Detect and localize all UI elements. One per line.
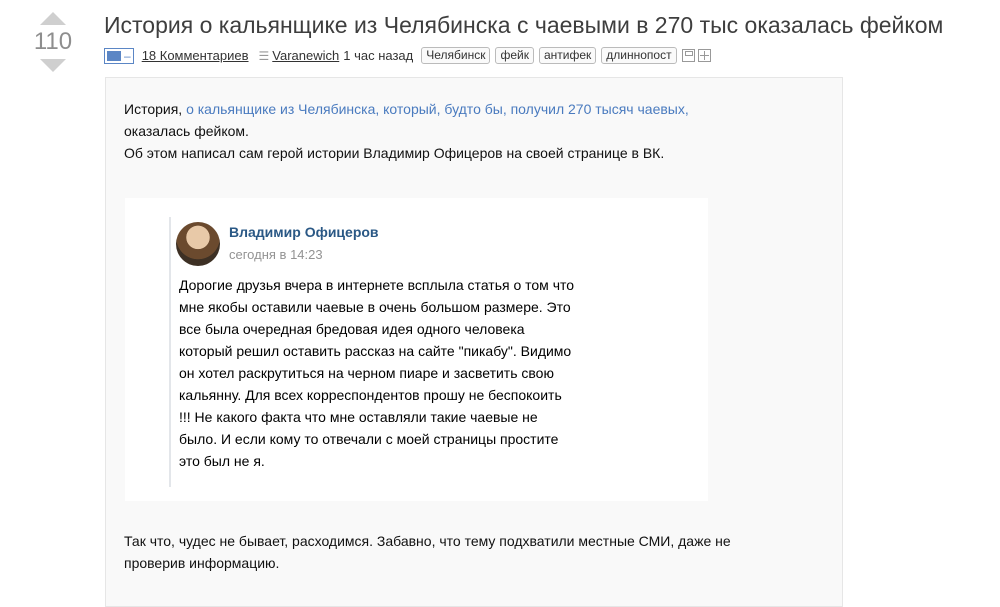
minus-icon: – (124, 48, 131, 63)
post-content: История, о кальянщике из Челябинска, кот… (105, 77, 843, 607)
intro-paragraph: История, о кальянщике из Челябинска, кот… (124, 98, 689, 164)
collapse-toggle-button[interactable]: – (104, 47, 134, 64)
outro-line1: Так что, чудес не бывает, расходимся. За… (124, 533, 731, 549)
vk-post-text: Дорогие друзья вчера в интернете всплыла… (179, 274, 679, 472)
quote-bar (169, 217, 171, 487)
post-title[interactable]: История о кальянщике из Челябинска с чае… (104, 12, 943, 39)
tag-antifake[interactable]: антифек (538, 47, 597, 64)
intro-rest: оказалась фейком. (124, 123, 249, 139)
vk-text-line: кальянну. Для всех корреспондентов прошу… (179, 387, 562, 403)
expand-plus-icon[interactable] (697, 49, 711, 62)
outro-paragraph: Так что, чудес не бывает, расходимся. За… (124, 530, 824, 574)
avatar (176, 222, 220, 266)
vk-text-line: это был не я. (179, 453, 265, 469)
intro-line2: Об этом написал сам герой истории Владим… (124, 145, 665, 161)
tag-longpost[interactable]: длиннопост (601, 47, 677, 64)
list-icon (107, 50, 121, 61)
vk-text-line: Дорогие друзья вчера в интернете всплыла… (179, 277, 575, 293)
intro-prefix: История, (124, 101, 187, 117)
tag-fake[interactable]: фейк (495, 47, 534, 64)
upvote-arrow-icon[interactable] (40, 12, 66, 25)
vote-block: 110 (30, 12, 76, 72)
outro-line2: проверив информацию. (124, 555, 280, 571)
vk-author-name: Владимир Офицеров (229, 224, 379, 240)
author-link[interactable]: Varanewich (272, 48, 339, 63)
tag-chelyabinsk[interactable]: Челябинск (421, 47, 491, 64)
user-icon: ☰ (258, 48, 270, 63)
vk-post-time: сегодня в 14:23 (229, 247, 323, 262)
vk-post-screenshot: Владимир Офицеров сегодня в 14:23 Дороги… (125, 198, 708, 501)
post-time: 1 час назад (343, 48, 414, 63)
vk-text-line: он хотел раскрутиться на черном пиаре и … (179, 365, 554, 381)
save-icon[interactable] (681, 49, 695, 62)
vk-text-line: !!! Не какого факта что мне оставляли та… (179, 409, 538, 425)
downvote-arrow-icon[interactable] (40, 59, 66, 72)
rating-value: 110 (33, 28, 73, 55)
comments-link[interactable]: 18 Комментариев (142, 48, 249, 63)
vk-text-line: было. И если кому то отвечали с моей стр… (179, 431, 559, 447)
vk-text-line: который решил оставить рассказ на сайте … (179, 343, 572, 359)
post-meta: – 18 Комментариев ☰ Varanewich 1 час наз… (104, 47, 711, 64)
vk-text-line: все была очередная бредовая идея одного … (179, 321, 525, 337)
intro-link[interactable]: о кальянщике из Челябинска, который, буд… (186, 101, 689, 117)
vk-text-line: мне якобы оставили чаевые в очень большо… (179, 299, 571, 315)
